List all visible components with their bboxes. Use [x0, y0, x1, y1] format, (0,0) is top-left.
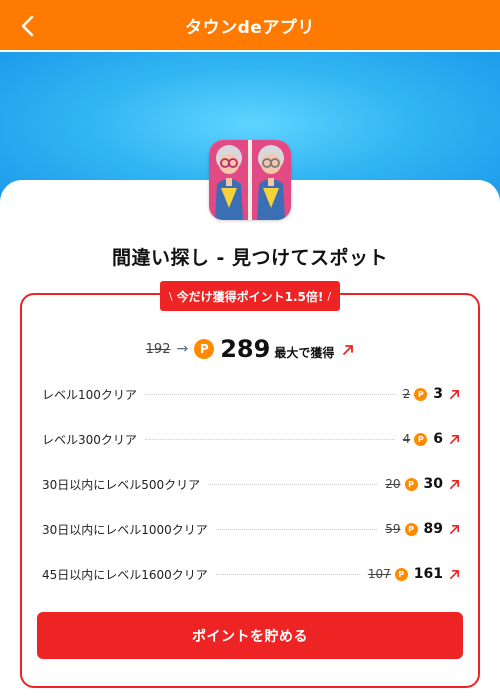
task-old-points: 20: [385, 477, 401, 491]
task-new-points: 89: [423, 521, 443, 537]
header-title: タウンdeアプリ: [185, 18, 315, 38]
point-coin-icon: P: [404, 522, 418, 536]
boost-arrow-icon: [450, 524, 459, 534]
task-label: 30日以内にレベル500クリア: [42, 477, 201, 492]
app-icon: [209, 140, 291, 220]
app-title: 間違い探し - 見つけてスポット: [111, 247, 389, 269]
task-label: レベル100クリア: [42, 387, 137, 402]
task-points: 20 P 30: [385, 476, 460, 492]
task-row: 30日以内にレベル500クリア 20 P 30: [42, 474, 460, 494]
point-coin-icon: P: [414, 387, 428, 401]
task-label: 30日以内にレベル1000クリア: [42, 522, 208, 537]
task-new-points: 3: [433, 386, 443, 402]
task-row: レベル300クリア 4 P 6: [42, 429, 460, 449]
point-coin-icon: P: [194, 339, 215, 359]
dotted-leader: [215, 573, 360, 575]
dotted-leader: [144, 438, 395, 440]
task-points: 59 P 89: [385, 521, 460, 537]
task-points: 4 P 6: [403, 431, 460, 447]
task-label: 45日以内にレベル1600クリア: [42, 567, 208, 582]
arrow-right-icon: →: [176, 341, 189, 357]
point-coin-icon: P: [394, 567, 408, 581]
ribbon-slash-right: /: [327, 289, 332, 303]
task-old-points: 4: [402, 432, 411, 446]
new-total-points: 289: [220, 335, 271, 363]
point-coin-icon: P: [414, 432, 428, 446]
task-row: 30日以内にレベル1000クリア 59 P 89: [42, 519, 460, 539]
dotted-leader: [144, 393, 395, 395]
ribbon-slash-left: \: [168, 289, 173, 303]
task-new-points: 161: [413, 566, 443, 582]
boost-arrow-icon: [450, 479, 459, 489]
task-row: レベル100クリア 2 P 3: [42, 384, 460, 404]
task-old-points: 107: [367, 567, 391, 581]
ribbon-text: 今だけ獲得ポイント1.5倍!: [176, 289, 324, 304]
task-new-points: 30: [423, 476, 443, 492]
task-row: 45日以内にレベル1600クリア 107 P 161: [42, 564, 460, 584]
boost-arrow-icon: [450, 569, 459, 579]
dotted-leader: [215, 528, 378, 530]
promo-ribbon: \ 今だけ獲得ポイント1.5倍! /: [160, 281, 340, 311]
boost-arrow-icon: [450, 434, 459, 444]
boost-arrow-icon: [343, 345, 354, 355]
task-old-points: 59: [385, 522, 401, 536]
task-new-points: 6: [433, 431, 443, 447]
task-points: 107 P 161: [368, 566, 460, 582]
task-points: 2 P 3: [403, 386, 460, 402]
dotted-leader: [208, 483, 378, 485]
app-header: タウンdeアプリ: [0, 0, 500, 51]
task-label: レベル300クリア: [42, 432, 137, 447]
point-coin-icon: P: [404, 477, 418, 491]
old-total-points: 192: [145, 341, 171, 357]
boost-arrow-icon: [450, 389, 459, 399]
points-summary: 192 → P 289 最大で獲得: [0, 334, 500, 364]
task-old-points: 2: [402, 387, 411, 401]
max-earn-label: 最大で獲得: [274, 345, 335, 360]
earn-points-button[interactable]: ポイントを貯める: [37, 612, 463, 659]
